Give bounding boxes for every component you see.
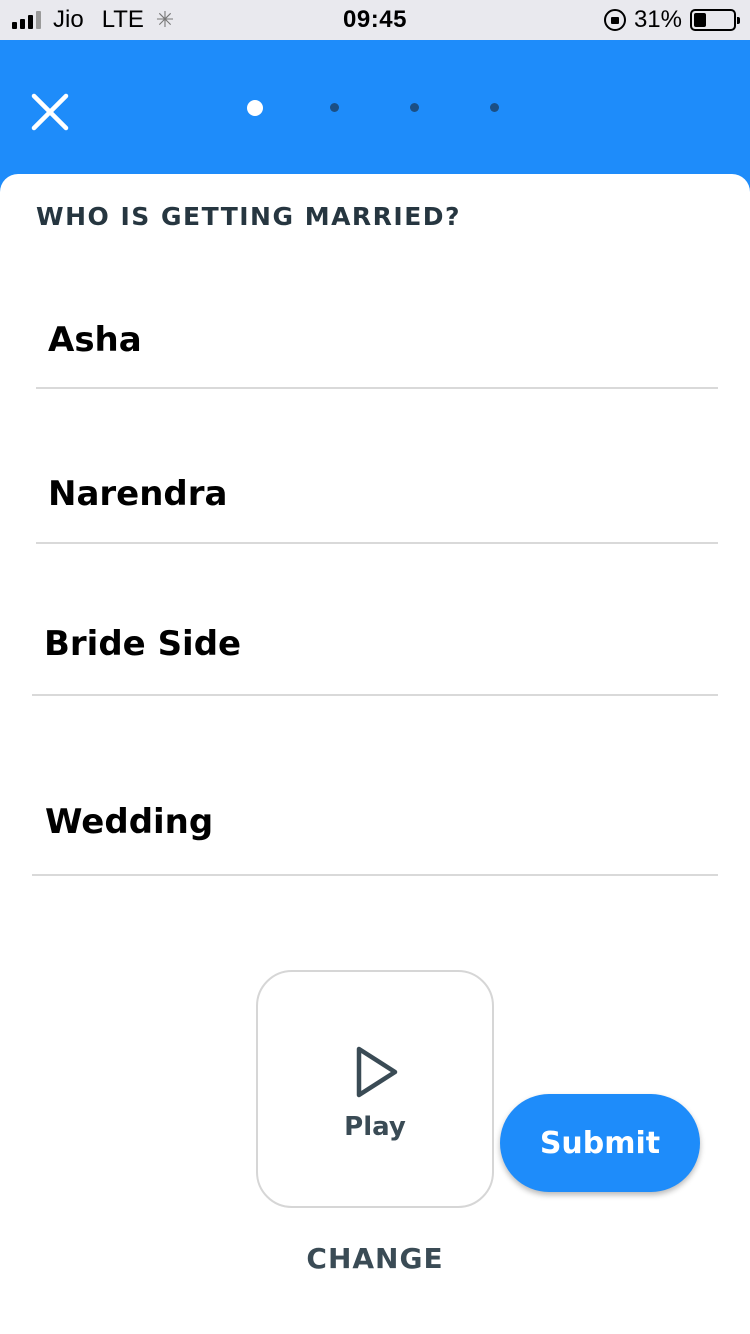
step-dot-3 xyxy=(410,103,419,112)
side-field[interactable]: Bride Side xyxy=(32,594,718,696)
bride-name-field[interactable]: Asha xyxy=(36,284,718,389)
play-button[interactable]: Play xyxy=(256,970,494,1208)
battery-icon xyxy=(690,9,740,31)
play-icon xyxy=(356,1046,398,1098)
status-bar: Jio LTE ✳ 09:45 31% xyxy=(0,0,750,40)
event-field[interactable]: Wedding xyxy=(32,764,718,876)
field-value: Bride Side xyxy=(44,624,242,664)
form-card: WHO IS GETTING MARRIED? Asha Narendra Br… xyxy=(0,174,750,1334)
battery-fill xyxy=(694,13,706,27)
step-dot-1-active xyxy=(247,100,263,116)
field-value: Wedding xyxy=(45,802,214,842)
battery-percent: 31% xyxy=(633,6,682,33)
change-link[interactable]: CHANGE xyxy=(0,1242,750,1275)
field-value: Narendra xyxy=(48,474,228,514)
step-indicator xyxy=(0,40,750,180)
rotation-lock-icon xyxy=(603,9,626,31)
step-dot-4 xyxy=(490,103,499,112)
header xyxy=(0,40,750,180)
step-dot-2 xyxy=(330,103,339,112)
play-label: Play xyxy=(344,1112,406,1142)
field-value: Asha xyxy=(48,320,142,360)
question-title: WHO IS GETTING MARRIED? xyxy=(36,202,462,231)
submit-button[interactable]: Submit xyxy=(500,1094,700,1192)
groom-name-field[interactable]: Narendra xyxy=(36,438,718,544)
status-right: 31% xyxy=(603,6,740,34)
